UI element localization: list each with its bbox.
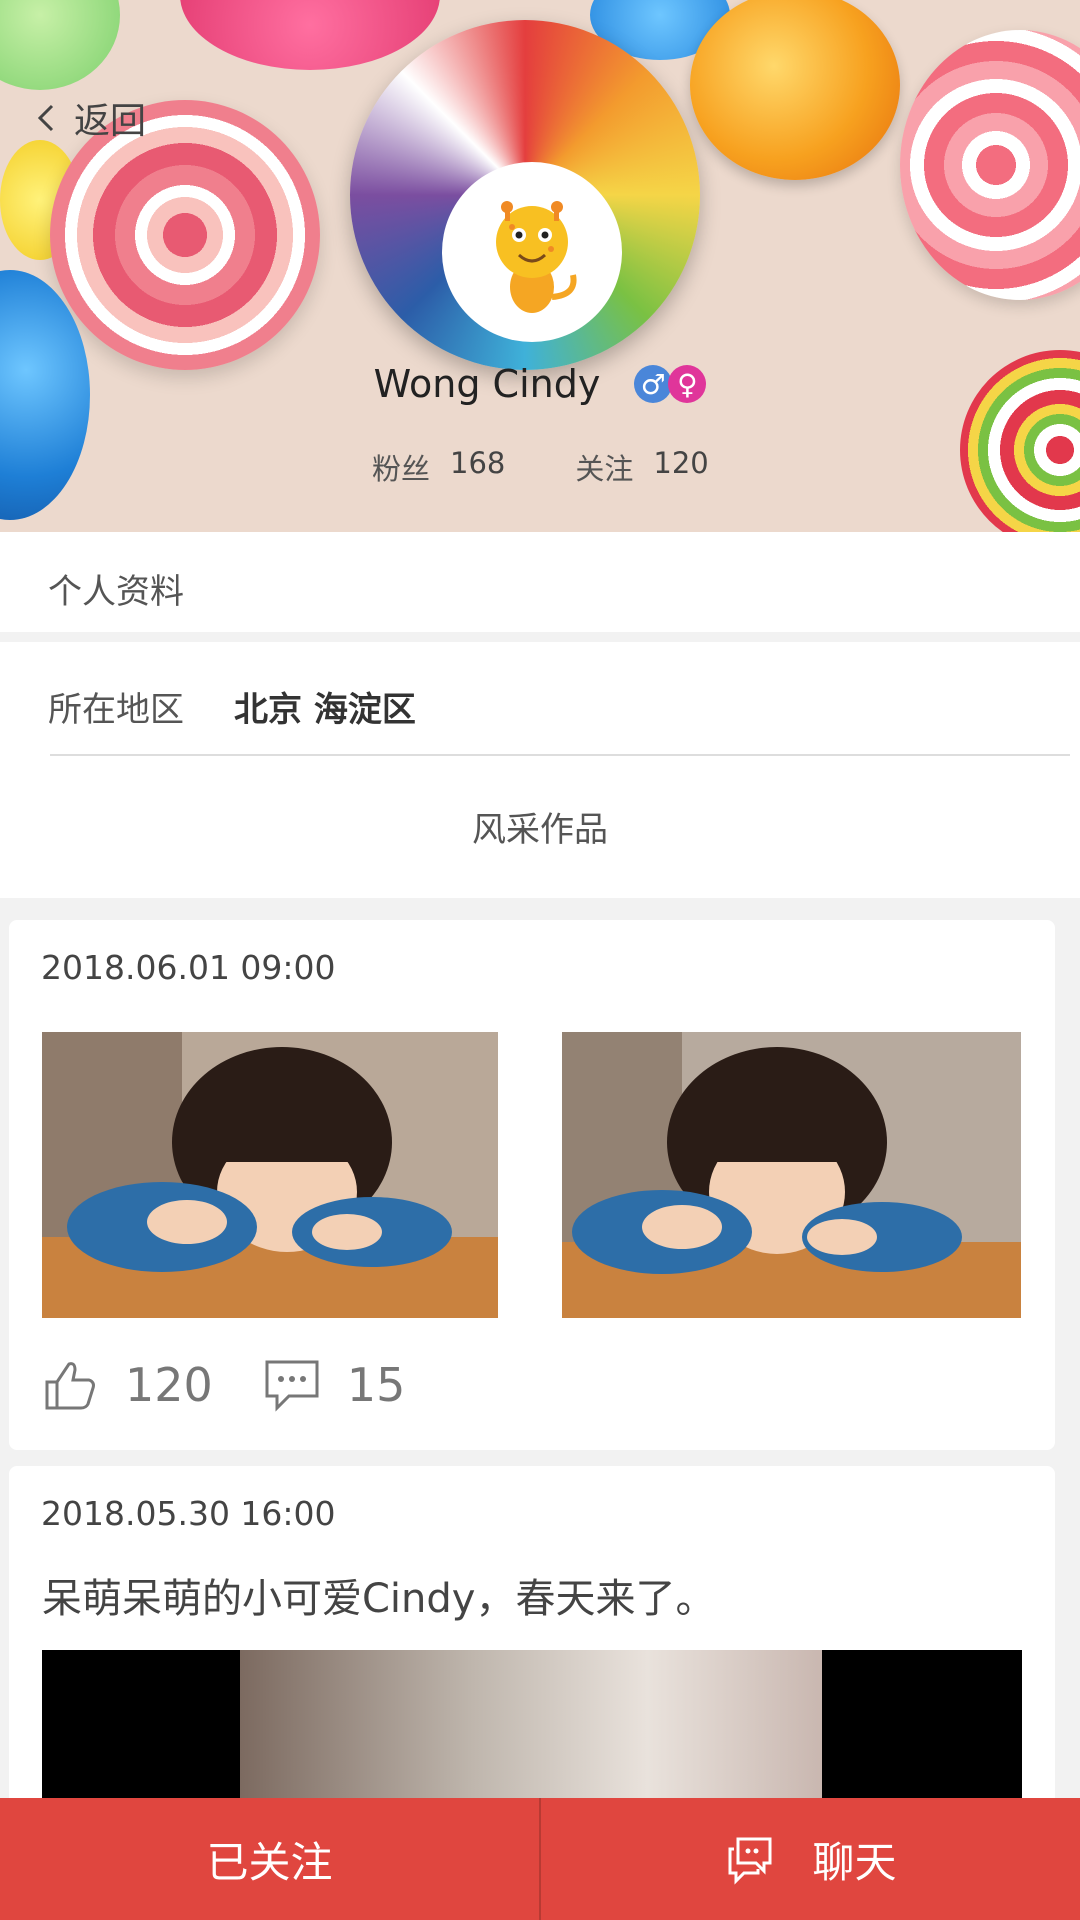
candy-decoration bbox=[690, 0, 900, 180]
candy-decoration bbox=[900, 30, 1080, 300]
child-photo-image bbox=[562, 1032, 1021, 1318]
avatar[interactable] bbox=[442, 162, 622, 342]
fans-count: 168 bbox=[450, 446, 506, 480]
comment-count: 15 bbox=[346, 1358, 406, 1412]
post-time: 2018.05.30 16:00 bbox=[41, 1494, 336, 1533]
chat-label: 聊天 bbox=[812, 1837, 897, 1887]
comment-icon[interactable] bbox=[263, 1356, 321, 1414]
following-stat[interactable]: 关注 120 bbox=[575, 446, 708, 488]
male-icon: ♂ bbox=[634, 365, 673, 403]
like-count: 120 bbox=[125, 1358, 213, 1412]
profile-section-title: 个人资料 bbox=[48, 572, 184, 612]
post-photo[interactable] bbox=[42, 1032, 498, 1318]
followed-button[interactable]: 已关注 bbox=[0, 1798, 539, 1920]
thumbs-up-icon[interactable] bbox=[41, 1356, 99, 1414]
profile-header: 返回 Wong Cindy ♂ ♀ 粉丝 168 关注 120 bbox=[0, 0, 1080, 532]
chevron-left-icon bbox=[37, 104, 54, 132]
following-count: 120 bbox=[653, 446, 709, 480]
works-title: 风采作品 bbox=[472, 810, 608, 850]
chat-icon bbox=[728, 1837, 772, 1885]
chat-button[interactable]: 聊天 bbox=[541, 1798, 1080, 1920]
post-actions: 120 15 bbox=[41, 1356, 405, 1414]
profile-section-header: 个人资料 bbox=[0, 532, 1080, 632]
giraffe-avatar-icon bbox=[496, 201, 577, 313]
bottom-action-bar: 已关注 聊天 bbox=[0, 1798, 1080, 1920]
post-card: 2018.06.01 09:00 120 15 bbox=[9, 920, 1055, 1450]
followed-label: 已关注 bbox=[206, 1837, 333, 1887]
fans-stat[interactable]: 粉丝 168 bbox=[372, 446, 505, 488]
region-row: 所在地区 北京 海淀区 bbox=[48, 682, 416, 731]
fans-label: 粉丝 bbox=[372, 452, 431, 486]
user-name: Wong Cindy bbox=[373, 362, 601, 406]
region-value: 北京 海淀区 bbox=[234, 690, 416, 730]
back-label: 返回 bbox=[74, 101, 147, 142]
divider bbox=[50, 754, 1070, 756]
female-icon: ♀ bbox=[668, 365, 707, 403]
region-label: 所在地区 bbox=[48, 690, 184, 730]
candy-decoration bbox=[180, 0, 440, 70]
gender-badges: ♂ ♀ bbox=[634, 365, 707, 403]
candy-decoration bbox=[0, 0, 120, 90]
back-button[interactable]: 返回 bbox=[28, 92, 146, 144]
post-time: 2018.06.01 09:00 bbox=[41, 948, 336, 987]
child-photo-image bbox=[42, 1032, 498, 1318]
profile-info-card: 所在地区 北京 海淀区 风采作品 bbox=[0, 642, 1080, 898]
user-name-row: Wong Cindy ♂ ♀ bbox=[0, 362, 1080, 406]
follow-stats: 粉丝 168 关注 120 bbox=[372, 446, 709, 488]
following-label: 关注 bbox=[575, 452, 634, 486]
post-photo[interactable] bbox=[562, 1032, 1021, 1318]
post-text: 呆萌呆萌的小可爱Cindy，春天来了。 bbox=[42, 1576, 716, 1622]
